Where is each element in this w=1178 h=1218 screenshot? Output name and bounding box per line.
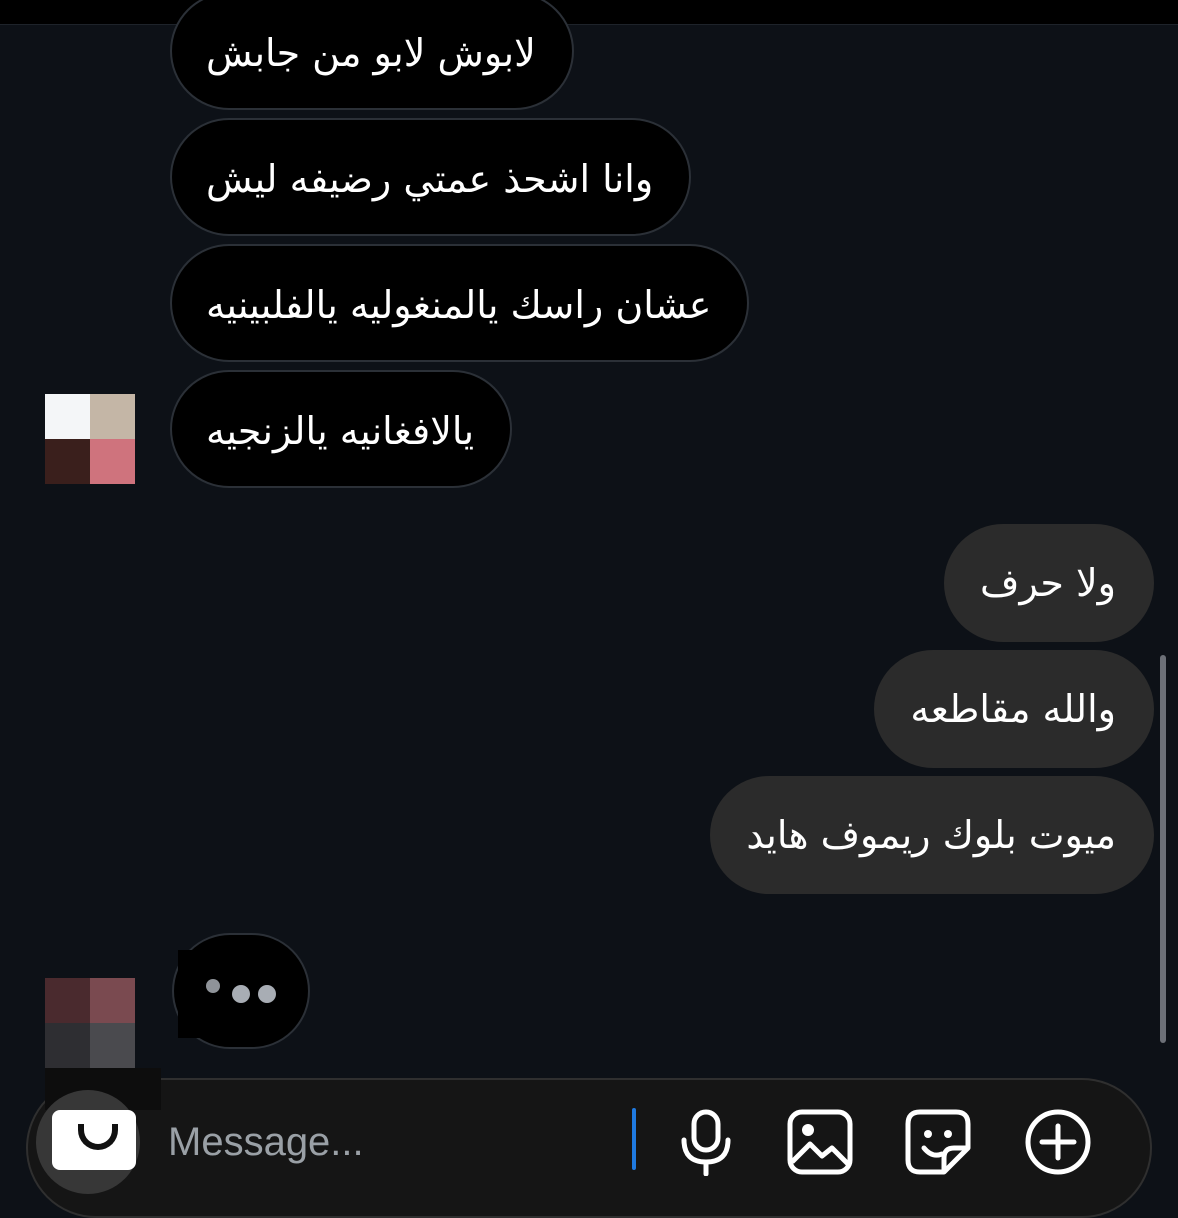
sent-message[interactable]: والله مقاطعه	[874, 650, 1154, 768]
typing-bubble-tail	[178, 950, 206, 1038]
scrollbar[interactable]	[1160, 655, 1166, 1043]
add-icon[interactable]	[1024, 1108, 1092, 1176]
text-cursor	[632, 1108, 636, 1170]
received-message[interactable]: وانا اشحذ عمتي رضيفه ليش	[170, 118, 692, 236]
sender-avatar[interactable]	[45, 394, 135, 484]
sent-message[interactable]: ولا حرف	[944, 524, 1154, 642]
sender-avatar[interactable]	[45, 978, 135, 1068]
typing-dot	[258, 985, 276, 1003]
received-message[interactable]: يالافغانيه يالزنجيه	[170, 370, 513, 488]
sticker-icon[interactable]	[904, 1108, 972, 1176]
received-message[interactable]: عشان راسك يالمنغوليه يالفلبينيه	[170, 244, 750, 362]
microphone-icon[interactable]	[672, 1108, 740, 1176]
received-message[interactable]: لابوش لابو من جابش	[170, 0, 574, 110]
gallery-icon[interactable]	[786, 1108, 854, 1176]
message-input[interactable]: Message...	[168, 1112, 364, 1172]
sent-message[interactable]: ميوت بلوك ريموف هايد	[710, 776, 1154, 894]
typing-dot	[206, 979, 220, 993]
camera-icon	[52, 1110, 136, 1170]
typing-dot	[232, 985, 250, 1003]
